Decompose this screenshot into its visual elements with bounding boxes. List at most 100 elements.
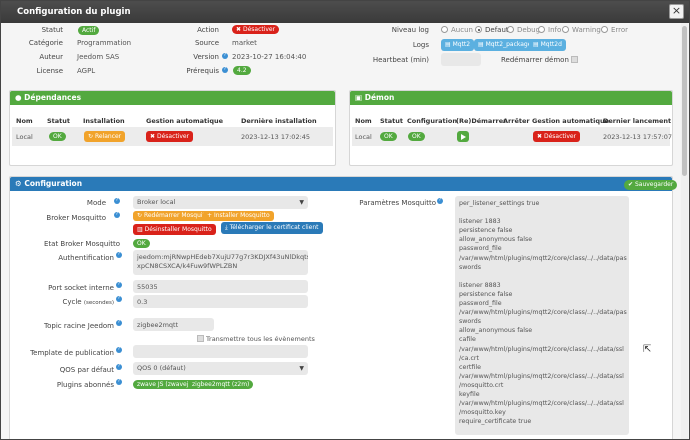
version-label: Version [193, 53, 219, 61]
deactivate-plugin-button[interactable]: ✖ Désactiver [232, 25, 280, 34]
daemon-col-restart: (Re)Démarrer [456, 117, 507, 125]
deps-auto-deactivate-button[interactable]: ✖ Désactiver [146, 131, 194, 142]
uninstall-mosquitto-label: Désinstaller Mosquitto [144, 226, 212, 233]
log-level-radio-debug[interactable] [507, 26, 514, 33]
heartbeat-input[interactable] [441, 53, 481, 66]
log-level-info-label: Info [548, 26, 562, 34]
cycle-label-text: Cycle [62, 298, 82, 306]
log-level-radio-none[interactable] [441, 26, 448, 33]
daemon-row-name: Local [355, 133, 372, 141]
download-certificate-button[interactable]: ⤓ Télécharger le certificat client [221, 222, 323, 234]
log-level-error-label: Error [611, 26, 629, 34]
log-level-radio-default[interactable] [475, 26, 482, 33]
save-button[interactable]: ✔ Sauvegarder [624, 179, 678, 190]
install-mosquitto-label: Installer Mosquitto [213, 212, 270, 219]
template-input[interactable] [133, 345, 308, 358]
daemon-auto-deactivate-button[interactable]: ✖ Désactiver [533, 131, 581, 142]
deps-col-last: Dernière installation [241, 117, 317, 125]
scrollbar[interactable] [681, 23, 688, 439]
close-button[interactable]: × [669, 4, 684, 19]
log-level-radio-warning[interactable] [562, 26, 569, 33]
relaunch-label: Relancer [94, 133, 122, 140]
x-icon: ✖ [236, 26, 242, 33]
category-label: Catégorie [28, 39, 63, 47]
daemon-config-badge: OK [408, 132, 425, 141]
deps-col-status: Statut [47, 117, 71, 125]
help-icon: ? [222, 67, 228, 73]
file-icon: ▤ [478, 41, 484, 48]
file-icon: ▤ [533, 41, 539, 48]
x-icon: ✖ [537, 133, 543, 140]
modal-body: Statut Actif Catégorie Programmation Aut… [1, 23, 689, 439]
log-level-none-label: Aucun [451, 26, 473, 34]
cogs-icon: ⚙ [15, 179, 22, 188]
caret-down-icon: ▼ [299, 365, 304, 372]
auth-label: Authentification [58, 254, 114, 262]
port-input[interactable]: 55035 [133, 280, 308, 293]
x-icon: ✖ [150, 133, 156, 140]
help-icon: ? [116, 347, 122, 353]
cycle-input[interactable]: 0.3 [133, 295, 308, 308]
params-label: Paramètres Mosquitto [359, 199, 436, 207]
deactivate-label: Désactiver [242, 26, 276, 33]
topic-input[interactable]: zigbee2mqtt [133, 318, 214, 331]
log-level-radio-info[interactable] [538, 26, 545, 33]
help-icon: ? [116, 296, 122, 302]
restart-mosquitto-label: Redémarrer Mosquitto [143, 212, 211, 219]
author-value: Jeedom SAS [77, 53, 120, 61]
trash-icon: ▥ [137, 226, 143, 233]
restart-daemon-button[interactable] [457, 131, 469, 142]
daemon-header: ▣ Démon [350, 91, 672, 105]
broker-state-badge: OK [133, 239, 150, 248]
save-label: Sauvegarder [634, 180, 674, 188]
log-level-radio-error[interactable] [601, 26, 608, 33]
mode-select[interactable]: Broker local ▼ [133, 196, 308, 209]
log-level-warning-label: Warning [572, 26, 601, 34]
params-textarea[interactable]: per_listener_settings true listener 1883… [455, 196, 629, 435]
plugin-badge-zigbee2mqtt: zigbee2mqtt (z2m) [188, 380, 254, 389]
mode-value: Broker local [137, 198, 176, 206]
cycle-unit: (secondes) [83, 300, 114, 306]
qos-value: QOS 0 (défaut) [137, 364, 186, 372]
dependencies-header: ● Dépendances [10, 91, 335, 105]
log-button-mqtt2[interactable]: ▤ Mqtt2 [441, 39, 475, 51]
daemon-col-stop: Arrêter [503, 117, 530, 125]
deps-col-auto: Gestion automatique [146, 117, 224, 125]
qos-select[interactable]: QOS 0 (défaut) ▼ [133, 362, 308, 375]
configuration-header: ⚙ Configuration [10, 177, 672, 191]
gear-icon: ▣ [355, 93, 363, 102]
transmit-all-checkbox[interactable] [197, 335, 204, 342]
scrollbar-thumb[interactable] [682, 26, 687, 176]
dependencies-title: Dépendances [24, 93, 82, 102]
auth-textarea[interactable]: jeedom:mjRNwpHEdeb7XujU77g7r3KDJXf43uNlD… [133, 250, 308, 275]
prereq-label: Prérequis [186, 67, 219, 75]
help-icon: ? [222, 53, 228, 59]
source-value: market [232, 39, 257, 47]
modal-title: Configuration du plugin [17, 7, 131, 17]
dependencies-card: ● Dépendances Nom Statut Installation Ge… [9, 90, 336, 166]
plugins-label: Plugins abonnés [56, 381, 114, 389]
auth-line-1: jeedom:mjRNwpHEdeb7XujU77g7r3KDJXf43uNlD… [137, 253, 308, 261]
mode-label: Mode [86, 199, 106, 207]
configuration-card: ⚙ Configuration ✔ Sauvegarder Mode ? Bro… [9, 176, 678, 439]
logs-label: Logs [412, 41, 429, 49]
topic-label: Topic racine Jeedom [44, 322, 114, 330]
configuration-title: Configuration [24, 179, 83, 188]
refresh-icon: ↻ [137, 212, 143, 219]
restart-daemon-checkbox[interactable] [571, 56, 578, 63]
circle-icon: ● [15, 93, 22, 102]
daemon-col-auto: Gestion automatique [532, 117, 610, 125]
license-value: AGPL [77, 67, 96, 75]
install-mosquitto-button[interactable]: + Installer Mosquitto [203, 211, 274, 221]
check-icon: ✔ [628, 180, 634, 188]
deps-col-name: Nom [16, 117, 33, 125]
version-value: 2023-10-27 16:04:40 [232, 53, 307, 61]
relaunch-deps-button[interactable]: ↻ Relancer [84, 131, 126, 142]
daemon-card: ▣ Démon Nom Statut Configuration (Re)Dém… [349, 90, 673, 166]
daemon-col-status: Statut [380, 117, 404, 125]
cursor-icon: ⇱ [643, 344, 652, 355]
uninstall-mosquitto-button[interactable]: ▥ Désinstaller Mosquitto [133, 224, 216, 235]
log-button-mqtt2d[interactable]: ▤ Mqtt2d [529, 39, 566, 51]
author-label: Auteur [39, 53, 63, 61]
status-badge: Actif [78, 26, 100, 35]
